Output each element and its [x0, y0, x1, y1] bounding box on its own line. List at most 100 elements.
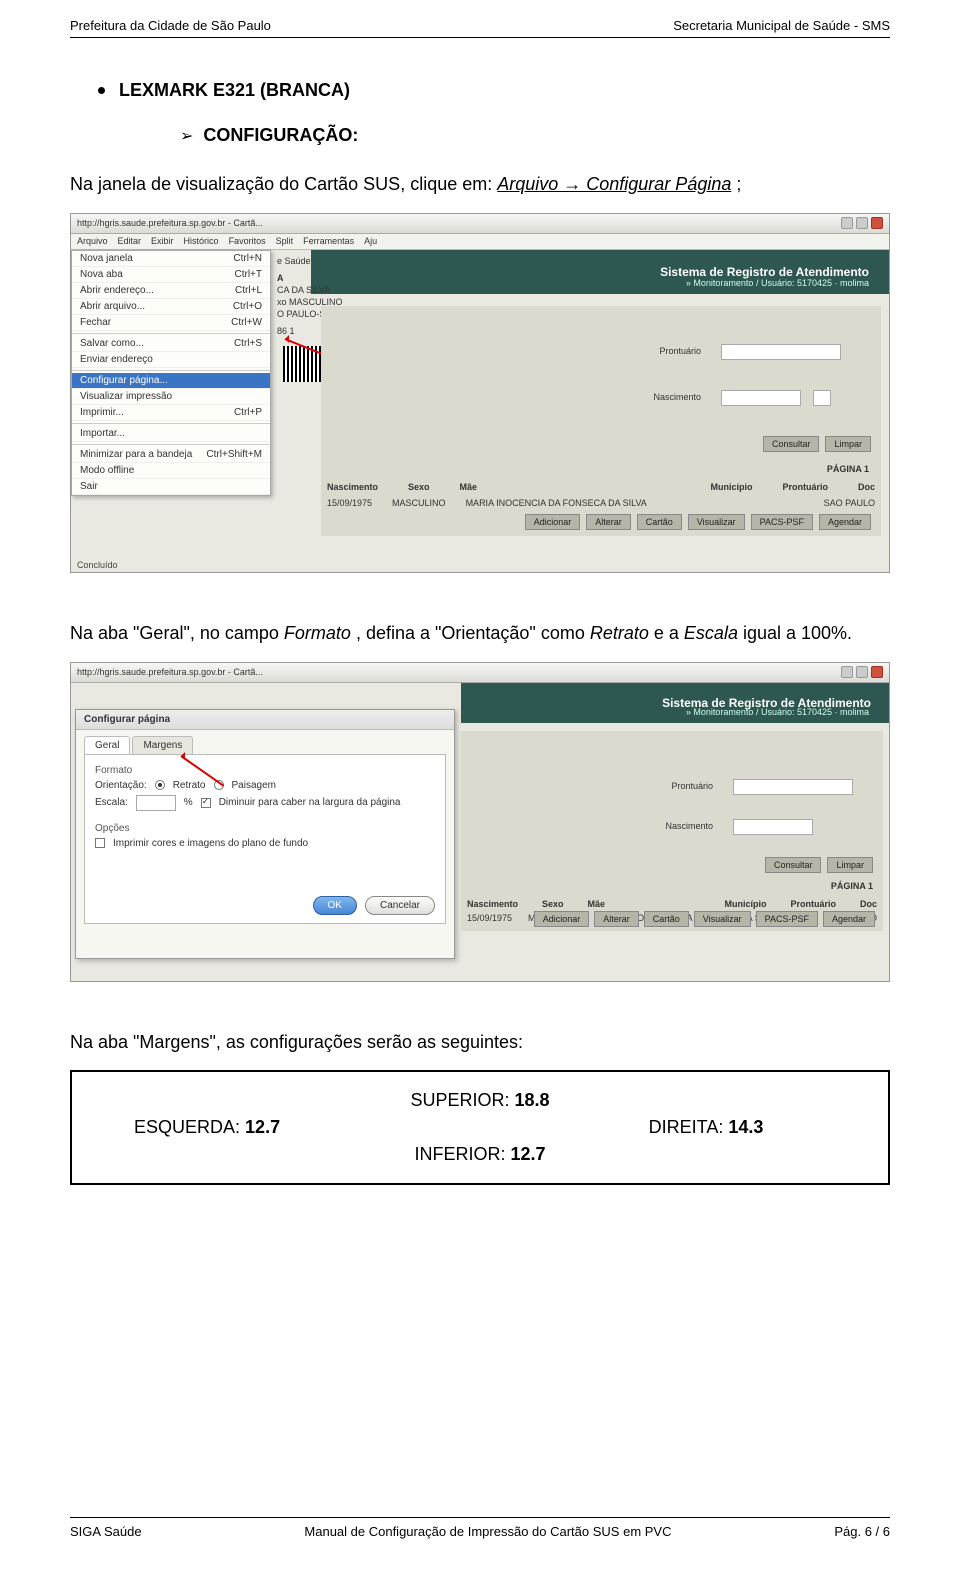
group-formato: Formato	[95, 765, 435, 776]
agendar-button[interactable]: Agendar	[823, 911, 875, 927]
radio-retrato-label: Retrato	[173, 780, 206, 791]
browser-titlebar: http://hgris.saude.prefeitura.sp.gov.br …	[71, 663, 889, 683]
group-opcoes: Opções	[95, 823, 435, 834]
menu-item[interactable]: Exibir	[151, 236, 174, 246]
escala-input[interactable]	[136, 795, 176, 811]
input-nascimento[interactable]	[721, 390, 801, 406]
limpar-button[interactable]: Limpar	[825, 436, 871, 452]
cartao-button[interactable]: Cartão	[637, 514, 682, 530]
footer-right: Pág. 6 / 6	[834, 1524, 890, 1539]
menu-item[interactable]: Editar	[118, 236, 142, 246]
visualizar-button[interactable]: Visualizar	[694, 911, 751, 927]
config-row: ➢ CONFIGURAÇÃO:	[180, 125, 890, 146]
menu-item[interactable]: Split	[276, 236, 294, 246]
menu-item[interactable]: Importar...	[72, 426, 270, 442]
td: 15/09/1975	[467, 913, 512, 923]
menu-item[interactable]: Abrir arquivo...Ctrl+O	[72, 299, 270, 315]
app-header-band: Sistema de Registro de Atendimento » Mon…	[311, 250, 889, 294]
input-prontuario[interactable]	[721, 344, 841, 360]
visualizar-button[interactable]: Visualizar	[688, 514, 745, 530]
window-controls[interactable]	[841, 217, 883, 229]
window-controls[interactable]	[841, 666, 883, 678]
system-subtitle: » Monitoramento / Usuário: 5170425 · mol…	[686, 707, 869, 717]
orientation-row: Orientação: Retrato Paisagem	[95, 780, 435, 791]
alterar-button[interactable]: Alterar	[586, 514, 631, 530]
datepicker-icon[interactable]	[813, 390, 831, 406]
th: Mãe	[460, 482, 478, 492]
screenshot-1: http://hgris.saude.prefeitura.sp.gov.br …	[70, 213, 890, 573]
header-right: Secretaria Municipal de Saúde - SMS	[673, 18, 890, 33]
menu-item[interactable]: Nova abaCtrl+T	[72, 267, 270, 283]
consultar-button[interactable]: Consultar	[765, 857, 822, 873]
menu-item[interactable]: Visualizar impressão	[72, 389, 270, 405]
dialog-pane: Formato Orientação: Retrato Paisagem Esc…	[84, 754, 446, 924]
td: SAO PAULO	[824, 498, 875, 508]
pacs-psf-button[interactable]: PACS-PSF	[756, 911, 818, 927]
esquerda-cell: ESQUERDA: 12.7	[94, 1117, 351, 1138]
alterar-button[interactable]: Alterar	[594, 911, 639, 927]
browser-menubar[interactable]: Arquivo Editar Exibir Histórico Favorito…	[71, 234, 889, 250]
menu-item[interactable]: Imprimir...Ctrl+P	[72, 405, 270, 421]
th: Mãe	[588, 899, 606, 909]
consultar-button[interactable]: Consultar	[763, 436, 820, 452]
th: Prontuário	[782, 482, 828, 492]
label-nascimento: Nascimento	[665, 821, 713, 831]
bg-checkbox[interactable]	[95, 838, 105, 848]
menu-item[interactable]: Enviar endereço	[72, 352, 270, 368]
menu-item[interactable]: Favoritos	[229, 236, 266, 246]
tab-geral[interactable]: Geral	[84, 736, 130, 754]
cartao-button[interactable]: Cartão	[644, 911, 689, 927]
file-dropdown-menu[interactable]: Nova janelaCtrl+N Nova abaCtrl+T Abrir e…	[71, 250, 271, 496]
bottom-button-row: Adicionar Alterar Cartão Visualizar PACS…	[525, 514, 871, 530]
th: Sexo	[408, 482, 430, 492]
cancel-button[interactable]: Cancelar	[365, 896, 435, 915]
intro-prefix: Na janela de visualização do Cartão SUS,…	[70, 174, 497, 194]
input-prontuario[interactable]	[733, 779, 853, 795]
input-nascimento[interactable]	[733, 819, 813, 835]
agendar-button[interactable]: Agendar	[819, 514, 871, 530]
menu-item[interactable]: Minimizar para a bandejaCtrl+Shift+M	[72, 447, 270, 463]
menu-item[interactable]: Modo offline	[72, 463, 270, 479]
browser-url: http://hgris.saude.prefeitura.sp.gov.br …	[77, 667, 263, 677]
pagina-label: PÁGINA 1	[831, 881, 873, 891]
header-left: Prefeitura da Cidade de São Paulo	[70, 18, 271, 33]
escala-label: Escala:	[95, 797, 128, 808]
th: Nascimento	[467, 899, 518, 909]
adicionar-button[interactable]: Adicionar	[525, 514, 581, 530]
menu-item[interactable]: Histórico	[184, 236, 219, 246]
radio-retrato[interactable]	[155, 780, 165, 790]
td: MARIA INOCENCIA DA FONSECA DA SILVA	[466, 498, 647, 508]
limpar-button[interactable]: Limpar	[827, 857, 873, 873]
page-header: Prefeitura da Cidade de São Paulo Secret…	[70, 0, 890, 38]
menu-item[interactable]: FecharCtrl+W	[72, 315, 270, 331]
menu-item-selected[interactable]: Configurar página...	[72, 373, 270, 389]
menu-item[interactable]: Arquivo	[77, 236, 108, 246]
dialog-tabs: Geral Margens	[84, 736, 454, 754]
app-header-band: Sistema de Registro de Atendimento » Mon…	[461, 683, 889, 723]
chevron-icon: ➢	[180, 126, 193, 146]
adicionar-button[interactable]: Adicionar	[534, 911, 590, 927]
intro-paragraph: Na janela de visualização do Cartão SUS,…	[70, 170, 890, 199]
th: Sexo	[542, 899, 564, 909]
menu-item[interactable]: Nova janelaCtrl+N	[72, 251, 270, 267]
ok-button[interactable]: OK	[313, 896, 357, 915]
section-title: LEXMARK E321 (BRANCA)	[119, 80, 350, 101]
direita-cell: DIREITA: 14.3	[609, 1117, 866, 1138]
screenshot-2: http://hgris.saude.prefeitura.sp.gov.br …	[70, 662, 890, 982]
label-prontuario: Prontuário	[671, 781, 713, 791]
menu-item[interactable]: Abrir endereço...Ctrl+L	[72, 283, 270, 299]
menu-item[interactable]: Aju	[364, 236, 377, 246]
system-title: Sistema de Registro de Atendimento	[660, 265, 869, 279]
pacs-psf-button[interactable]: PACS-PSF	[751, 514, 813, 530]
shrink-checkbox[interactable]	[201, 798, 211, 808]
th: Município	[710, 482, 752, 492]
opcoes-row: Imprimir cores e imagens do plano de fun…	[95, 838, 435, 849]
superior-cell: SUPERIOR: 18.8	[351, 1090, 608, 1111]
menu-item[interactable]: Salvar como...Ctrl+S	[72, 336, 270, 352]
escala-pct: %	[184, 797, 193, 808]
section-title-row: LEXMARK E321 (BRANCA)	[98, 80, 890, 101]
td: 15/09/1975	[327, 498, 372, 508]
menu-item[interactable]: Ferramentas	[303, 236, 354, 246]
td: MASCULINO	[392, 498, 446, 508]
menu-item[interactable]: Sair	[72, 479, 270, 495]
